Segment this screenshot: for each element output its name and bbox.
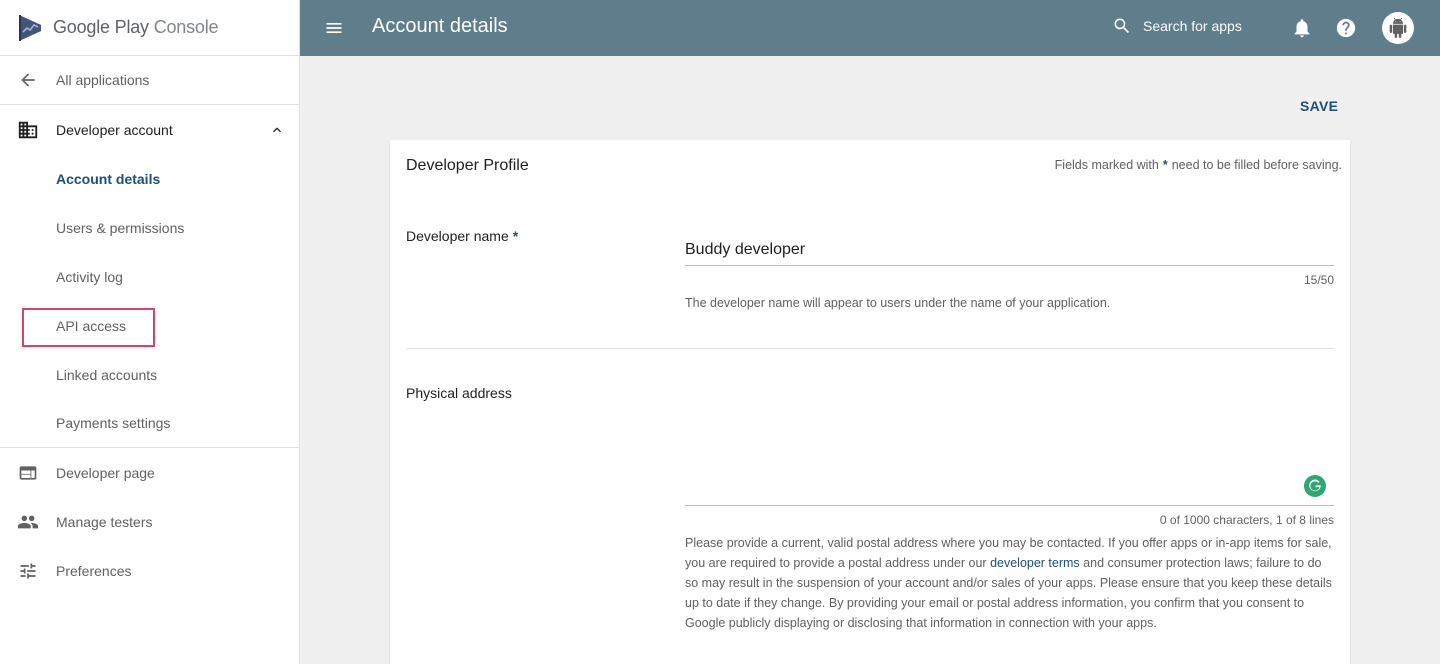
nav-activity-log-label: Activity log: [56, 268, 123, 285]
developer-name-hint: The developer name will appear to users …: [685, 296, 1111, 310]
nav-payments-settings-label: Payments settings: [56, 415, 171, 431]
physical-address-input[interactable]: [685, 368, 1334, 506]
required-star: *: [1162, 158, 1168, 172]
nav-preferences[interactable]: Preferences: [0, 546, 299, 595]
developer-name-counter: 15/50: [1303, 273, 1334, 287]
nav-developer-account[interactable]: Developer account: [0, 105, 299, 154]
web-page-icon: [17, 462, 39, 484]
logo[interactable]: Google Play Console: [0, 0, 299, 56]
hamburger-menu-icon[interactable]: [324, 18, 344, 38]
required-note-text-end: need to be filled before saving.: [1171, 158, 1342, 172]
developer-name-input[interactable]: [685, 231, 1334, 266]
nav-api-access[interactable]: API access: [0, 301, 299, 350]
chevron-up-icon[interactable]: [269, 122, 285, 138]
nav-developer-page-label: Developer page: [56, 464, 155, 481]
sidebar: Google Play Console All applications Dev…: [0, 0, 300, 664]
search-apps[interactable]: Search for apps: [1112, 16, 1242, 36]
search-icon: [1114, 18, 1130, 34]
save-button[interactable]: SAVE: [1294, 96, 1344, 116]
help-icon[interactable]: [1335, 17, 1357, 39]
required-star: *: [512, 228, 519, 244]
grammarly-icon[interactable]: [1304, 475, 1326, 497]
card-title: Developer Profile: [406, 157, 529, 174]
developer-profile-card: Developer Profile Fields marked with * nee…: [390, 140, 1350, 664]
nav-all-applications[interactable]: All applications: [0, 56, 299, 105]
page-title: Account details: [372, 15, 508, 37]
tune-icon: [17, 560, 39, 582]
account-avatar[interactable]: [1382, 12, 1414, 44]
required-fields-note: Fields marked with * need to be filled bef…: [1055, 158, 1342, 172]
physical-address-help: Please provide a current, valid postal a…: [685, 533, 1335, 633]
notifications-bell-icon[interactable]: [1291, 17, 1313, 39]
domain-building-icon: [17, 119, 39, 141]
nav-manage-testers-label: Manage testers: [56, 513, 153, 530]
nav-preferences-label: Preferences: [56, 562, 132, 579]
section-divider: [406, 348, 1334, 349]
physical-address-label: Physical address: [406, 385, 512, 401]
developer-terms-link[interactable]: developer terms: [990, 556, 1080, 570]
search-placeholder: Search for apps: [1143, 18, 1242, 34]
nav-account-details[interactable]: Account details: [0, 154, 299, 203]
people-icon: [17, 511, 39, 533]
nav-payments-settings[interactable]: Payments settings: [0, 399, 299, 448]
logo-brand: Google Play: [53, 17, 149, 37]
nav-api-access-label: API access: [56, 317, 127, 334]
arrow-back-icon: [17, 69, 39, 91]
required-note-text: Fields marked with: [1054, 158, 1159, 172]
developer-name-label-text: Developer name: [406, 228, 509, 244]
developer-name-label: Developer name *: [406, 228, 518, 244]
play-console-logo-icon: [19, 14, 41, 41]
nav-users-permissions[interactable]: Users & permissions: [0, 203, 299, 252]
physical-address-counter: 0 of 1000 characters, 1 of 8 lines: [1159, 513, 1334, 527]
nav-developer-page[interactable]: Developer page: [0, 448, 299, 497]
nav-developer-account-label: Developer account: [56, 121, 173, 138]
nav-manage-testers[interactable]: Manage testers: [0, 497, 299, 546]
android-icon: [1389, 18, 1407, 38]
nav-linked-accounts-label: Linked accounts: [56, 366, 158, 383]
logo-text: Google Play Console: [53, 17, 219, 38]
nav-account-details-label: Account details: [56, 170, 161, 187]
top-app-bar: Account details Search for apps: [300, 0, 1440, 56]
nav-users-permissions-label: Users & permissions: [56, 219, 185, 236]
nav-linked-accounts[interactable]: Linked accounts: [0, 350, 299, 399]
logo-product: Console: [153, 17, 219, 37]
nav-activity-log[interactable]: Activity log: [0, 252, 299, 301]
nav-all-applications-label: All applications: [56, 72, 150, 88]
